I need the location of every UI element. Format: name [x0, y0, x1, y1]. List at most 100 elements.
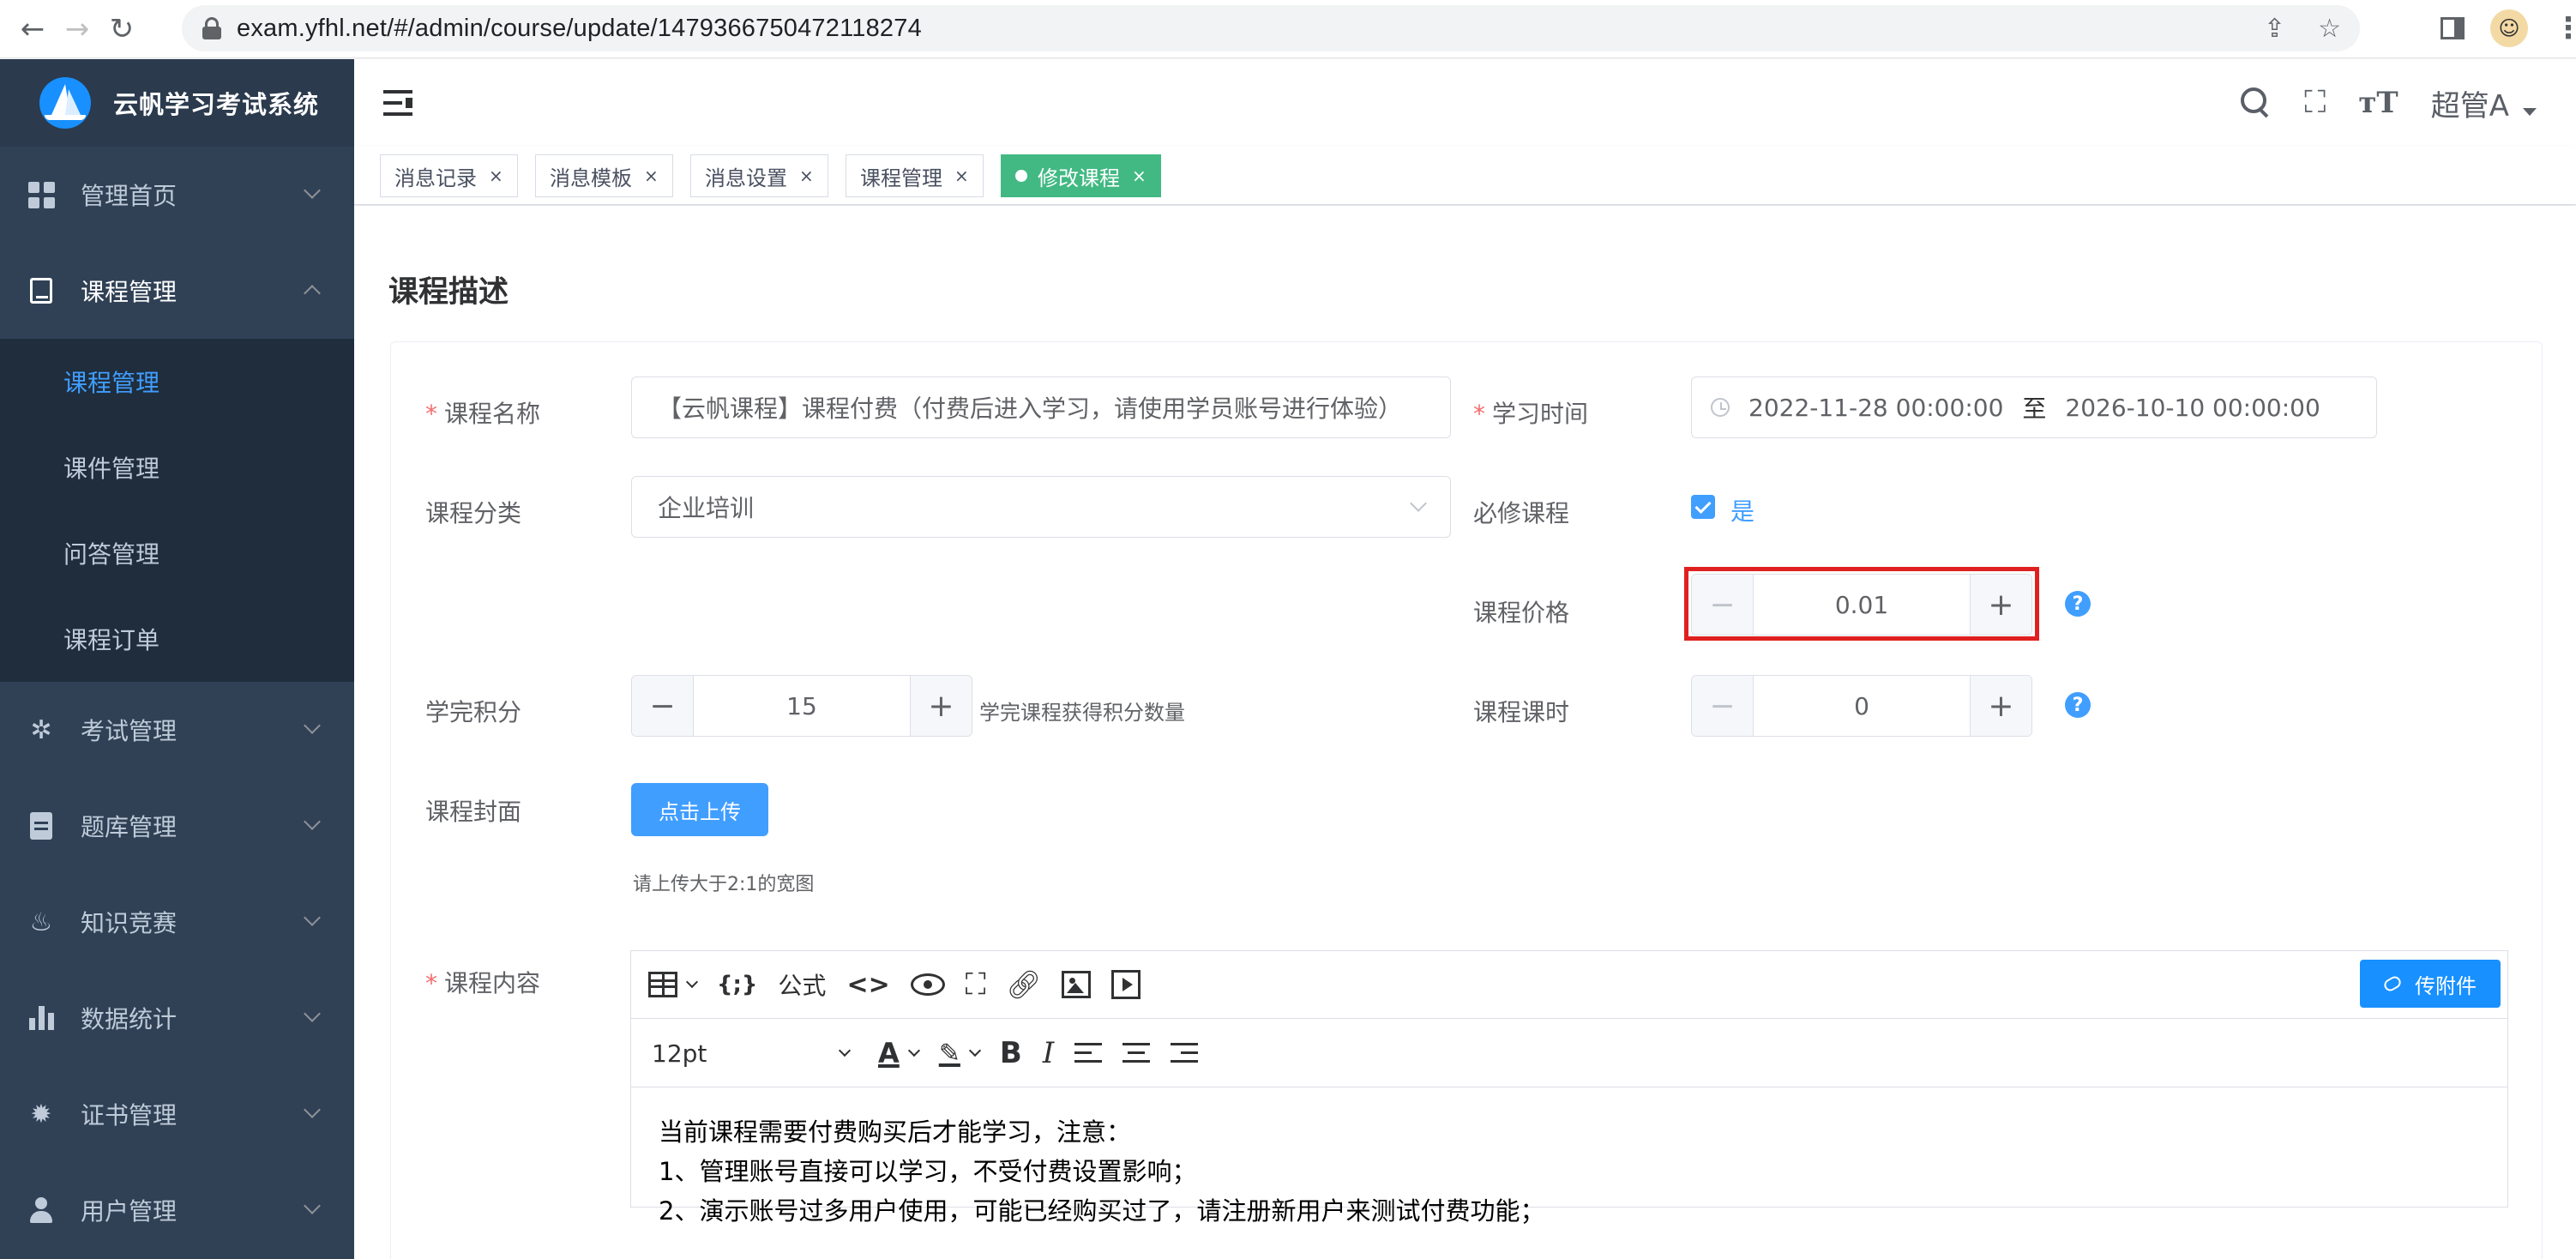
code-braces-button[interactable]: {;} — [717, 967, 757, 1002]
tag-label: 消息模板 — [550, 166, 632, 190]
chevron-down-icon — [304, 717, 321, 734]
formula-button[interactable]: 公式 — [778, 967, 826, 1002]
dashboard-icon — [27, 181, 55, 208]
editor-content-area[interactable]: 当前课程需要付费购买后才能学习，注意： 1、管理账号直接可以学习，不受付费设置影… — [631, 1088, 2507, 1226]
font-size-select[interactable]: 12pt — [652, 1039, 858, 1068]
submenu-item-course-manage[interactable]: 课程管理 — [0, 339, 354, 425]
price-increase-button[interactable]: + — [1970, 575, 2031, 635]
close-icon[interactable]: × — [644, 166, 659, 186]
close-icon[interactable]: × — [799, 166, 814, 186]
share-icon[interactable]: ⇪ — [2264, 14, 2285, 44]
main-content: 课程描述 * 课程名称 【云帆课程】课程付费（付费后进入学习，请使用学员账号进行体… — [354, 206, 2576, 1259]
submenu-item-orders[interactable]: 课程订单 — [0, 596, 354, 682]
sidebar-item-question-bank[interactable]: 题库管理 — [0, 778, 354, 874]
fullscreen-icon[interactable]: ⛶ — [2304, 85, 2326, 121]
bar-chart-icon — [27, 1004, 55, 1032]
table-icon — [648, 972, 677, 997]
more-menu-icon[interactable]: ⋮ — [2554, 11, 2576, 45]
hours-stepper[interactable]: − 0 + — [1691, 675, 2032, 737]
sidebar-item-contest[interactable]: ♨ 知识竞赛 — [0, 874, 354, 970]
points-decrease-button[interactable]: − — [632, 676, 694, 736]
hours-decrease-button[interactable]: − — [1692, 676, 1754, 736]
close-icon[interactable]: × — [1132, 166, 1147, 186]
close-icon[interactable]: × — [489, 166, 503, 186]
fullscreen-editor-button[interactable]: ⛶ — [966, 967, 986, 1002]
category-select[interactable]: 企业培训 — [631, 476, 1451, 538]
sidebar-item-exam[interactable]: ✲ 考试管理 — [0, 682, 354, 778]
tag-label: 课程管理 — [860, 166, 942, 190]
hours-input[interactable]: 0 — [1754, 676, 1970, 736]
points-input[interactable]: 15 — [694, 676, 910, 736]
sidebar-item-dashboard[interactable]: 管理首页 — [0, 147, 354, 243]
lock-icon[interactable] — [201, 15, 223, 41]
url-text[interactable]: exam.yfhl.net/#/admin/course/update/1479… — [237, 15, 922, 43]
insert-image-button[interactable] — [1062, 967, 1092, 1002]
upload-cover-button[interactable]: 点击上传 — [631, 783, 768, 836]
italic-button[interactable]: I — [1043, 1036, 1054, 1070]
clock-icon — [1711, 398, 1730, 417]
tag-label: 消息设置 — [705, 166, 787, 190]
hours-help-icon[interactable]: ? — [2065, 692, 2091, 718]
bold-icon: B — [999, 1036, 1022, 1070]
study-time-range-picker[interactable]: 2022-11-28 00:00:00 至 2026-10-10 00:00:0… — [1691, 376, 2377, 438]
highlight-color-button[interactable]: ✎ — [939, 1036, 981, 1070]
points-increase-button[interactable]: + — [910, 676, 972, 736]
course-name-input[interactable]: 【云帆课程】课程付费（付费后进入学习，请使用学员账号进行体验） — [631, 376, 1451, 438]
forward-arrow-icon[interactable]: → — [55, 7, 99, 51]
hours-increase-button[interactable]: + — [1970, 676, 2031, 736]
align-right-button[interactable] — [1171, 1036, 1199, 1070]
study-time-end[interactable]: 2026-10-10 00:00:00 — [2065, 394, 2320, 422]
tag-message-templates[interactable]: 消息模板 × — [535, 154, 673, 197]
back-arrow-icon[interactable]: ← — [10, 7, 55, 51]
font-size-icon[interactable]: тT — [2358, 86, 2398, 120]
top-navbar: ⛶ тT 超管A — [354, 59, 2576, 147]
insert-table-button[interactable] — [648, 967, 699, 1002]
sidebar-item-statistics[interactable]: 数据统计 — [0, 970, 354, 1066]
points-stepper[interactable]: − 15 + — [631, 675, 972, 737]
search-icon[interactable] — [2241, 87, 2272, 118]
tag-course-manage[interactable]: 课程管理 × — [846, 154, 984, 197]
cover-label: 课程封面 — [425, 798, 522, 826]
preview-button[interactable] — [910, 967, 945, 1002]
sidebar-item-course[interactable]: 课程管理 — [0, 243, 354, 339]
text-color-icon: A — [878, 1037, 900, 1069]
sidebar-item-certificate[interactable]: ✹ 证书管理 — [0, 1066, 354, 1162]
active-dot-icon — [1015, 170, 1027, 182]
submenu-item-courseware[interactable]: 课件管理 — [0, 425, 354, 510]
attach-file-button[interactable]: 传附件 — [2360, 960, 2501, 1008]
tag-message-settings[interactable]: 消息设置 × — [690, 154, 828, 197]
side-panel-icon[interactable] — [2441, 17, 2465, 39]
brand[interactable]: 云帆学习考试系统 — [0, 59, 354, 147]
user-name[interactable]: 超管A — [2431, 82, 2509, 124]
price-input[interactable]: 0.01 — [1754, 575, 1970, 635]
required-checkbox-label[interactable]: 是 — [1730, 493, 1754, 527]
source-code-button[interactable]: <> — [846, 967, 889, 1002]
insert-video-button[interactable] — [1111, 967, 1141, 1002]
editor-toolbar-primary: {;} 公式 <> ⛶ 🔗︎ 传附件 — [631, 951, 2507, 1019]
points-label: 学完积分 — [425, 698, 522, 726]
text-color-button[interactable]: A — [878, 1036, 920, 1070]
hamburger-menu-icon[interactable] — [383, 90, 412, 116]
range-separator: 至 — [2022, 395, 2047, 423]
sidebar-item-users[interactable]: 用户管理 — [0, 1162, 354, 1258]
reload-icon[interactable]: ↻ — [99, 7, 144, 51]
price-stepper[interactable]: − 0.01 + — [1691, 574, 2032, 636]
sidebar-item-label: 管理首页 — [81, 182, 178, 210]
bold-button[interactable]: B — [1000, 1036, 1022, 1070]
tag-edit-course[interactable]: 修改课程 × — [1001, 154, 1161, 197]
price-decrease-button[interactable]: − — [1692, 575, 1754, 635]
align-center-button[interactable] — [1122, 1036, 1151, 1070]
insert-link-button[interactable]: 🔗︎ — [1007, 967, 1042, 1002]
tag-message-records[interactable]: 消息记录 × — [380, 154, 518, 197]
address-bar[interactable]: exam.yfhl.net/#/admin/course/update/1479… — [182, 5, 2360, 51]
required-checkbox[interactable] — [1691, 495, 1715, 519]
course-name-label: * 课程名称 — [425, 400, 541, 428]
close-icon[interactable]: × — [954, 166, 969, 186]
price-help-icon[interactable]: ? — [2065, 591, 2091, 617]
bookmark-star-icon[interactable]: ☆ — [2318, 14, 2341, 44]
study-time-start[interactable]: 2022-11-28 00:00:00 — [1748, 394, 2003, 422]
profile-avatar[interactable]: ☺ — [2490, 9, 2528, 47]
caret-down-icon[interactable] — [2523, 107, 2537, 116]
submenu-item-qa[interactable]: 问答管理 — [0, 510, 354, 596]
align-left-button[interactable] — [1074, 1036, 1103, 1070]
